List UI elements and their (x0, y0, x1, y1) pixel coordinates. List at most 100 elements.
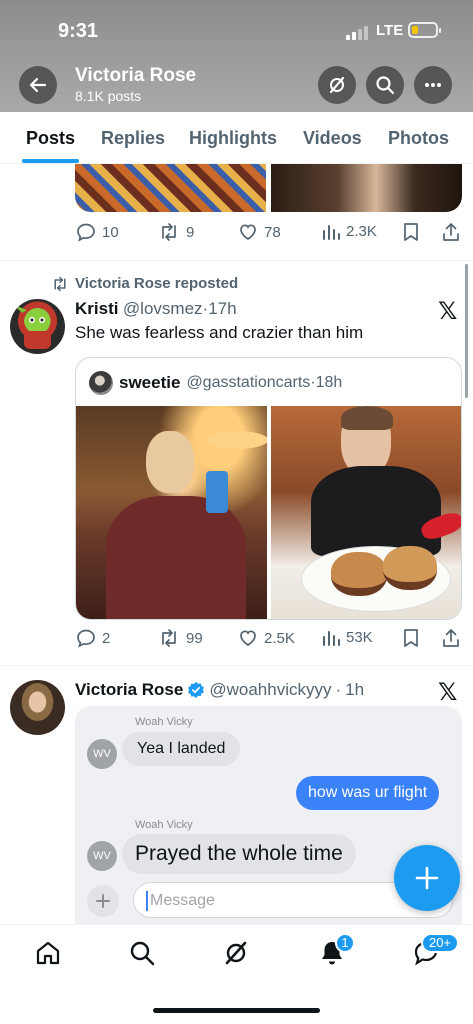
x-logo-icon: 𝕏 (438, 297, 458, 325)
back-button[interactable] (19, 66, 57, 104)
author-handle[interactable]: @woahhvickyyy (209, 680, 331, 700)
x-logo-icon: 𝕏 (438, 678, 458, 706)
post-time: 17h (208, 299, 237, 318)
home-indicator[interactable] (153, 1008, 320, 1013)
tab-replies[interactable]: Replies (101, 128, 165, 149)
nav-home[interactable] (34, 939, 62, 972)
repost-icon (162, 629, 176, 647)
person-shirt (311, 466, 441, 556)
heart-icon (240, 224, 256, 240)
like-button[interactable]: 78 (238, 222, 281, 242)
messages-badge: 20+ (421, 933, 459, 953)
phone-in-photo (206, 471, 228, 513)
post1-image-right[interactable] (271, 164, 462, 212)
more-button[interactable] (414, 66, 452, 104)
author-name[interactable]: Kristi (75, 299, 118, 318)
post-count: 8.1K posts (75, 88, 142, 104)
nav-search[interactable] (128, 939, 156, 972)
avatar-character-icon (14, 305, 51, 349)
network-label: LTE (376, 22, 404, 39)
grok-button[interactable] (318, 66, 356, 104)
grok-icon (329, 76, 345, 94)
profile-header: 9:31 LTE Victoria Rose 8.1K posts (0, 0, 473, 112)
chat-avatar: WV (87, 841, 117, 871)
post-divider (0, 665, 473, 666)
scrollbar[interactable] (465, 264, 468, 398)
repost-icon (162, 223, 176, 241)
tab-photos[interactable]: Photos (388, 128, 449, 149)
tab-posts[interactable]: Posts (26, 128, 75, 149)
plus-icon (415, 866, 439, 890)
views-chart-icon (323, 631, 340, 646)
post3-byline: Victoria Rose @woahhvickyyy · 1h (75, 680, 364, 700)
person-hair (341, 406, 393, 430)
reply-button[interactable]: 2 (76, 628, 110, 648)
home-icon (36, 941, 60, 965)
nav-grok[interactable] (222, 939, 250, 972)
burger-icon (331, 552, 387, 596)
status-time: 9:31 (58, 20, 99, 42)
notifications-badge: 1 (335, 933, 355, 953)
tab-highlights[interactable]: Highlights (189, 128, 277, 149)
signal-icon (346, 26, 368, 40)
bookmark-button[interactable] (402, 628, 420, 648)
post1-image-left[interactable] (75, 164, 266, 212)
bookmark-icon (404, 629, 418, 647)
views-button[interactable]: 53K (322, 628, 373, 646)
repost-indicator: Victoria Rose reposted (51, 275, 238, 292)
reply-count: 10 (102, 223, 119, 241)
page-title: Victoria Rose (75, 65, 197, 86)
chat-sender-label: Woah Vicky (135, 819, 193, 831)
more-dots-icon (425, 83, 441, 87)
search-icon (130, 941, 155, 966)
chat-sender-label: Woah Vicky (135, 716, 193, 728)
chat-bubble-received: Yea I landed (122, 732, 241, 766)
repost-count: 99 (186, 629, 203, 647)
chat-avatar: WV (87, 739, 117, 769)
views-chart-icon (323, 225, 340, 240)
quoted-author-handle: @gasstationcarts (186, 374, 311, 391)
share-icon (443, 223, 459, 241)
quoted-post[interactable]: sweetie @gasstationcarts · 18h (75, 357, 462, 620)
reply-count: 2 (102, 629, 111, 647)
compose-button[interactable] (394, 845, 460, 911)
quoted-avatar (89, 371, 113, 395)
chat-bubble-sent: how was ur flight (296, 776, 440, 810)
share-button[interactable] (441, 628, 461, 648)
like-button[interactable]: 2.5K (238, 628, 295, 648)
post-time: 1h (345, 680, 365, 699)
grok-icon (225, 941, 247, 965)
search-button[interactable] (366, 66, 404, 104)
quoted-photo-left[interactable] (76, 406, 267, 619)
avatar[interactable] (10, 680, 65, 735)
tweet-text: She was fearless and crazier than him (75, 323, 364, 342)
reply-icon (77, 223, 95, 242)
reply-icon (77, 629, 95, 648)
post2-actions: 2 99 2.5K 53K (0, 628, 473, 652)
author-name[interactable]: Victoria Rose (75, 680, 183, 700)
bookmark-button[interactable] (402, 222, 420, 242)
profile-tabs: Posts Replies Highlights Videos Photos (0, 112, 473, 164)
repost-label: Victoria Rose reposted (75, 275, 239, 292)
avatar[interactable] (10, 299, 65, 354)
repost-button[interactable]: 99 (158, 628, 203, 648)
repost-small-icon (54, 276, 66, 291)
tab-videos[interactable]: Videos (303, 128, 362, 149)
verified-badge-icon (188, 681, 205, 699)
person-blanket (106, 496, 246, 619)
repost-button[interactable]: 9 (158, 222, 194, 242)
search-icon (376, 76, 395, 95)
lamp-in-photo (206, 431, 267, 449)
chat-bubble-received: Prayed the whole time (122, 834, 356, 874)
views-button[interactable]: 2.3K (322, 222, 377, 240)
post1-actions: 10 9 78 2.3K (0, 222, 473, 246)
quoted-post-time: 18h (315, 374, 343, 391)
share-button[interactable] (441, 222, 461, 242)
status-bar: 9:31 LTE (0, 18, 473, 46)
author-handle[interactable]: @lovsmez (123, 299, 203, 318)
reply-button[interactable]: 10 (76, 222, 119, 242)
arrow-left-icon (29, 77, 47, 93)
quoted-photo-right[interactable] (271, 406, 461, 619)
repost-count: 9 (186, 223, 195, 241)
plus-icon (96, 894, 110, 908)
